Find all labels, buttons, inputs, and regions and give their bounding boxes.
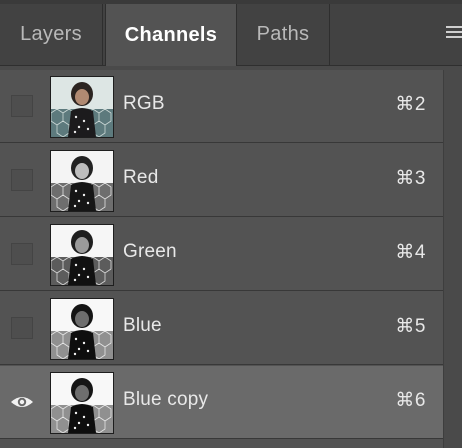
visibility-toggle[interactable] [11,317,33,339]
channel-shortcut: ⌘2 [395,94,426,115]
panel-tab-bar: Layers Channels Paths [0,0,462,66]
visibility-toggle[interactable] [11,243,33,265]
channel-name: Blue [123,315,162,336]
visibility-toggle[interactable] [9,390,35,414]
channel-thumbnail [50,372,114,434]
channel-thumbnail [50,150,114,212]
channel-thumbnail [50,298,114,360]
channel-thumbnail [50,224,114,286]
channel-shortcut: ⌘4 [395,242,426,263]
channel-row-rgb[interactable]: RGB ⌘2 [0,70,443,143]
channel-shortcut: ⌘5 [395,316,426,337]
panel-scrollbar[interactable] [443,70,462,448]
tab-paths[interactable]: Paths [237,4,330,65]
channel-shortcut: ⌘6 [395,390,426,411]
eye-icon [11,397,33,407]
channel-row-green[interactable]: Green ⌘4 [0,218,443,291]
channel-name: Green [123,241,177,262]
channel-row-blue[interactable]: Blue ⌘5 [0,292,443,365]
channel-name: RGB [123,93,165,114]
panel-menu-icon[interactable] [446,26,462,40]
channel-name: Blue copy [123,389,209,410]
channel-thumbnail [50,76,114,138]
channel-name: Red [123,167,159,188]
tab-channels[interactable]: Channels [105,4,237,66]
channel-row-red[interactable]: Red ⌘3 [0,144,443,217]
channel-shortcut: ⌘3 [395,168,426,189]
channel-row-blue-copy[interactable]: Blue copy ⌘6 [0,366,443,439]
visibility-toggle[interactable] [11,95,33,117]
tab-layers[interactable]: Layers [0,4,103,65]
visibility-toggle[interactable] [11,169,33,191]
channels-list: RGB ⌘2 Red ⌘3 Green ⌘4 Blue ⌘5 Blue copy… [0,70,443,448]
